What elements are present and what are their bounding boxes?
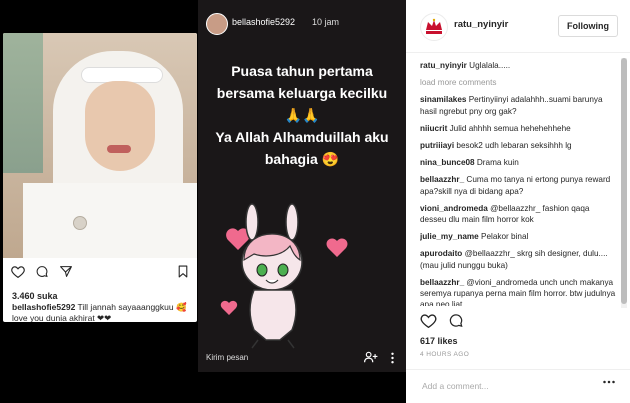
comment-username[interactable]: nina_bunce08 [420,158,475,167]
comment-text: Uglalala..... [469,61,511,70]
more-icon[interactable] [390,352,395,364]
comment-username[interactable]: ratu_nyinyir [420,61,467,70]
scrollbar-thumb[interactable] [621,58,627,304]
photo-face [85,81,155,171]
comment-text: besok2 udh lebaran seksihhh lg [456,141,572,151]
comment-list: ratu_nyinyir Uglalala..... load more com… [420,60,616,306]
comment-item: putriiiayi besok2 udh lebaran seksihhh l… [420,140,616,151]
story-text-line: bahagia 😍 [264,151,340,167]
comment-username[interactable]: apurodaito [420,249,462,258]
post-header: ratu_nyinyir Following [406,0,630,53]
heart-icon[interactable] [420,313,437,328]
comment-item: bellaazzhr_ @vioni_andromeda unch unch m… [420,277,616,306]
story-username[interactable]: bellashofie5292 [232,17,295,27]
comment-text: Julid ahhhh semua hehehehhehe [449,123,571,133]
crown-logo-avatar[interactable] [420,13,448,41]
caption-comment: ratu_nyinyir Uglalala..... [420,60,616,71]
comment-text: Drama kuin [476,158,519,168]
more-options-icon[interactable] [603,380,615,384]
bunny-sticker [220,203,348,349]
likes-count[interactable]: 617 likes [420,336,458,346]
story-footer: Kirim pesan [198,347,406,367]
post-likes[interactable]: 3.460 suka [12,291,58,301]
post-detail-panel: ratu_nyinyir Following ratu_nyinyir Ugla… [406,0,630,403]
comment-username[interactable]: bellaazzhr_ [420,175,464,184]
story-time: 10 jam [312,17,340,27]
heart-icon[interactable] [11,265,25,278]
post-caption: bellashofie5292 Till jannah sayaaanggkuu… [12,302,192,322]
story-text-line: 🙏🙏 [284,107,320,123]
story-text-line: Puasa tahun pertama [231,63,373,79]
post-actions [3,264,197,282]
comment-username[interactable]: julie_my_name [420,232,479,241]
comment-item: bellaazzhr_ Cuma mo tanya ni ertong puny… [420,174,616,196]
photo-dress [23,183,197,258]
avatar[interactable] [206,13,228,35]
caption-username[interactable]: bellashofie5292 [12,302,75,312]
comment-item: vioni_andromeda @bellaazzhr_ fashion qaq… [420,203,616,225]
post-card: 3.460 suka bellashofie5292 Till jannah s… [3,33,197,322]
comment-item: apurodaito @bellaazzhr_ skrg sih designe… [420,248,616,270]
story-text-line: Ya Allah Alhamduillah aku [215,129,389,145]
story-viewer: bellashofie5292 10 jam Puasa tahun perta… [198,0,406,372]
bookmark-icon[interactable] [177,265,189,278]
comment-username[interactable]: bellaazzhr_ [420,278,464,287]
comment-username[interactable]: sinamilakes [420,95,466,104]
photo-lips [107,145,131,153]
story-text: Puasa tahun pertama bersama keluarga kec… [198,60,406,170]
comment-item: niiucrit Julid ahhhh semua hehehehhehe [420,123,616,134]
add-person-icon[interactable] [364,351,378,363]
story-text-line: bersama keluarga kecilku [216,85,388,101]
post-timestamp: 4 HOURS AGO [420,351,470,358]
story-reply-field[interactable]: Kirim pesan [206,353,248,362]
post-username[interactable]: ratu_nyinyir [454,19,508,30]
comment-username[interactable]: putriiiayi [420,141,454,150]
photo-window [3,33,43,173]
share-icon[interactable] [59,265,73,278]
load-more-comments-link[interactable]: load more comments [420,77,616,88]
comment-username[interactable]: niiucrit [420,124,447,133]
following-button[interactable]: Following [558,15,618,37]
comment-item: julie_my_name Pelakor binal [420,231,616,242]
comment-item: nina_bunce08 Drama kuin [420,157,616,168]
comment-icon[interactable] [35,265,49,278]
comment-item: sinamilakes Pertinyiinyi adalahhh..suami… [420,94,616,116]
comment-text: Pelakor binal [481,232,529,242]
divider [406,369,630,370]
post-photo[interactable] [3,33,197,258]
comment-icon[interactable] [448,313,464,328]
screen: 3.460 suka bellashofie5292 Till jannah s… [0,0,630,403]
add-comment-input[interactable] [420,377,604,395]
comment-username[interactable]: vioni_andromeda [420,204,488,213]
photo-brooch [73,216,87,230]
